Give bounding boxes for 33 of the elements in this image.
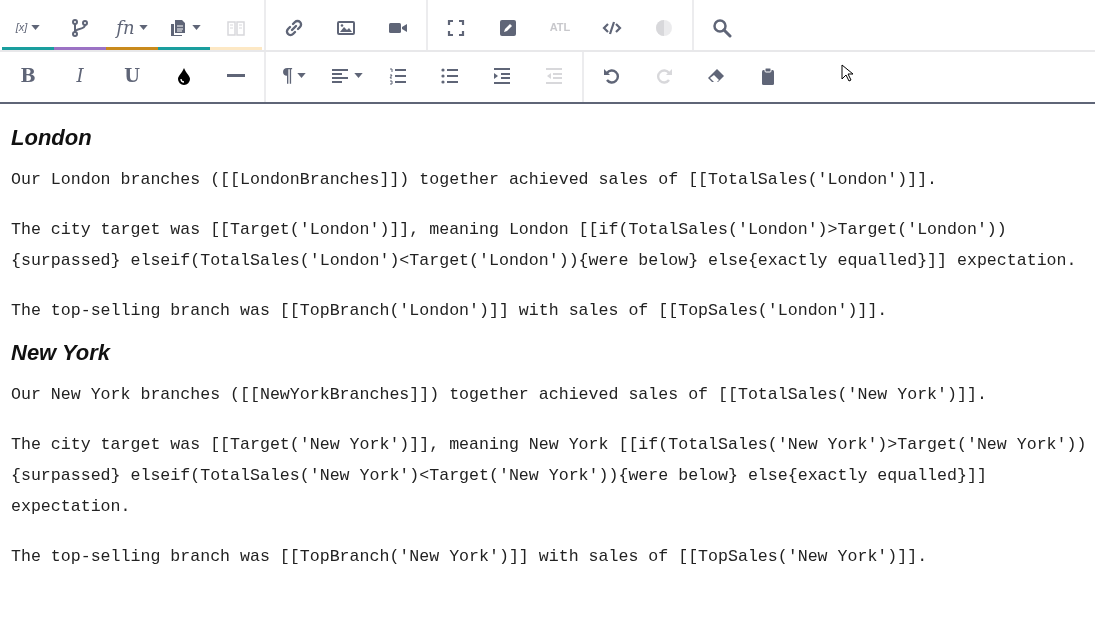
link-icon xyxy=(284,17,304,38)
branch-icon xyxy=(70,17,90,38)
caret-icon xyxy=(31,25,41,30)
caret-icon xyxy=(297,73,307,78)
horizontal-line-icon xyxy=(227,74,245,77)
template-text: The city target was [[Target('London')]], meaning London [[if(TotalSales('London')>Target('London')) xyxy=(11,219,1008,242)
contrast-icon xyxy=(654,17,674,38)
template-text: expectation. xyxy=(11,496,132,519)
template-text: {surpassed} elseif(TotalSales('London')<Target('London')){were below} else{exactly equalled}]] expectation. xyxy=(11,250,1078,273)
template-text: The city target was [[Target('New York')]], meaning New York [[if(TotalSales('New York')>Target('New York')) xyxy=(11,434,1084,457)
format-button[interactable]: U xyxy=(106,60,158,94)
template-text: The top-selling branch was [[TopBranch('New York')]] with sales of [[TopSales('New York')]]. xyxy=(11,546,929,569)
outdent-icon xyxy=(544,65,564,86)
caret-icon xyxy=(353,73,363,78)
format-button[interactable]: ¶ xyxy=(268,60,320,94)
format-button[interactable]: fn xyxy=(106,8,158,50)
section-heading: New York xyxy=(11,341,112,366)
template-text: The top-selling branch was [[TopBranch('London')]] with sales of [[TopSales('London')]]. xyxy=(11,300,889,323)
numbered-list-icon xyxy=(388,65,408,86)
template-text: Our New York branches ([[NewYorkBranches]]) together achieved sales of [[TotalSales('New York')]]. xyxy=(11,384,988,407)
template-text: {surpassed} elseif(TotalSales('New York')<Target('New York')){were below} else{exactly equalled}]] xyxy=(11,465,988,488)
format-button[interactable]: [x] xyxy=(2,8,54,50)
template-text: Our London branches ([[LondonBranches]]) together achieved sales of [[TotalSales('London')]]. xyxy=(11,169,939,192)
search-icon xyxy=(712,17,732,38)
caret-icon xyxy=(191,25,201,30)
format-button[interactable]: B xyxy=(2,60,54,94)
section-heading: London xyxy=(11,126,93,151)
format-button[interactable]: I xyxy=(54,60,106,94)
caret-icon xyxy=(138,25,148,30)
mouse-pointer-icon xyxy=(841,64,853,82)
edit-icon xyxy=(498,17,518,38)
fullscreen-icon xyxy=(446,17,466,38)
indent-icon xyxy=(492,65,512,86)
